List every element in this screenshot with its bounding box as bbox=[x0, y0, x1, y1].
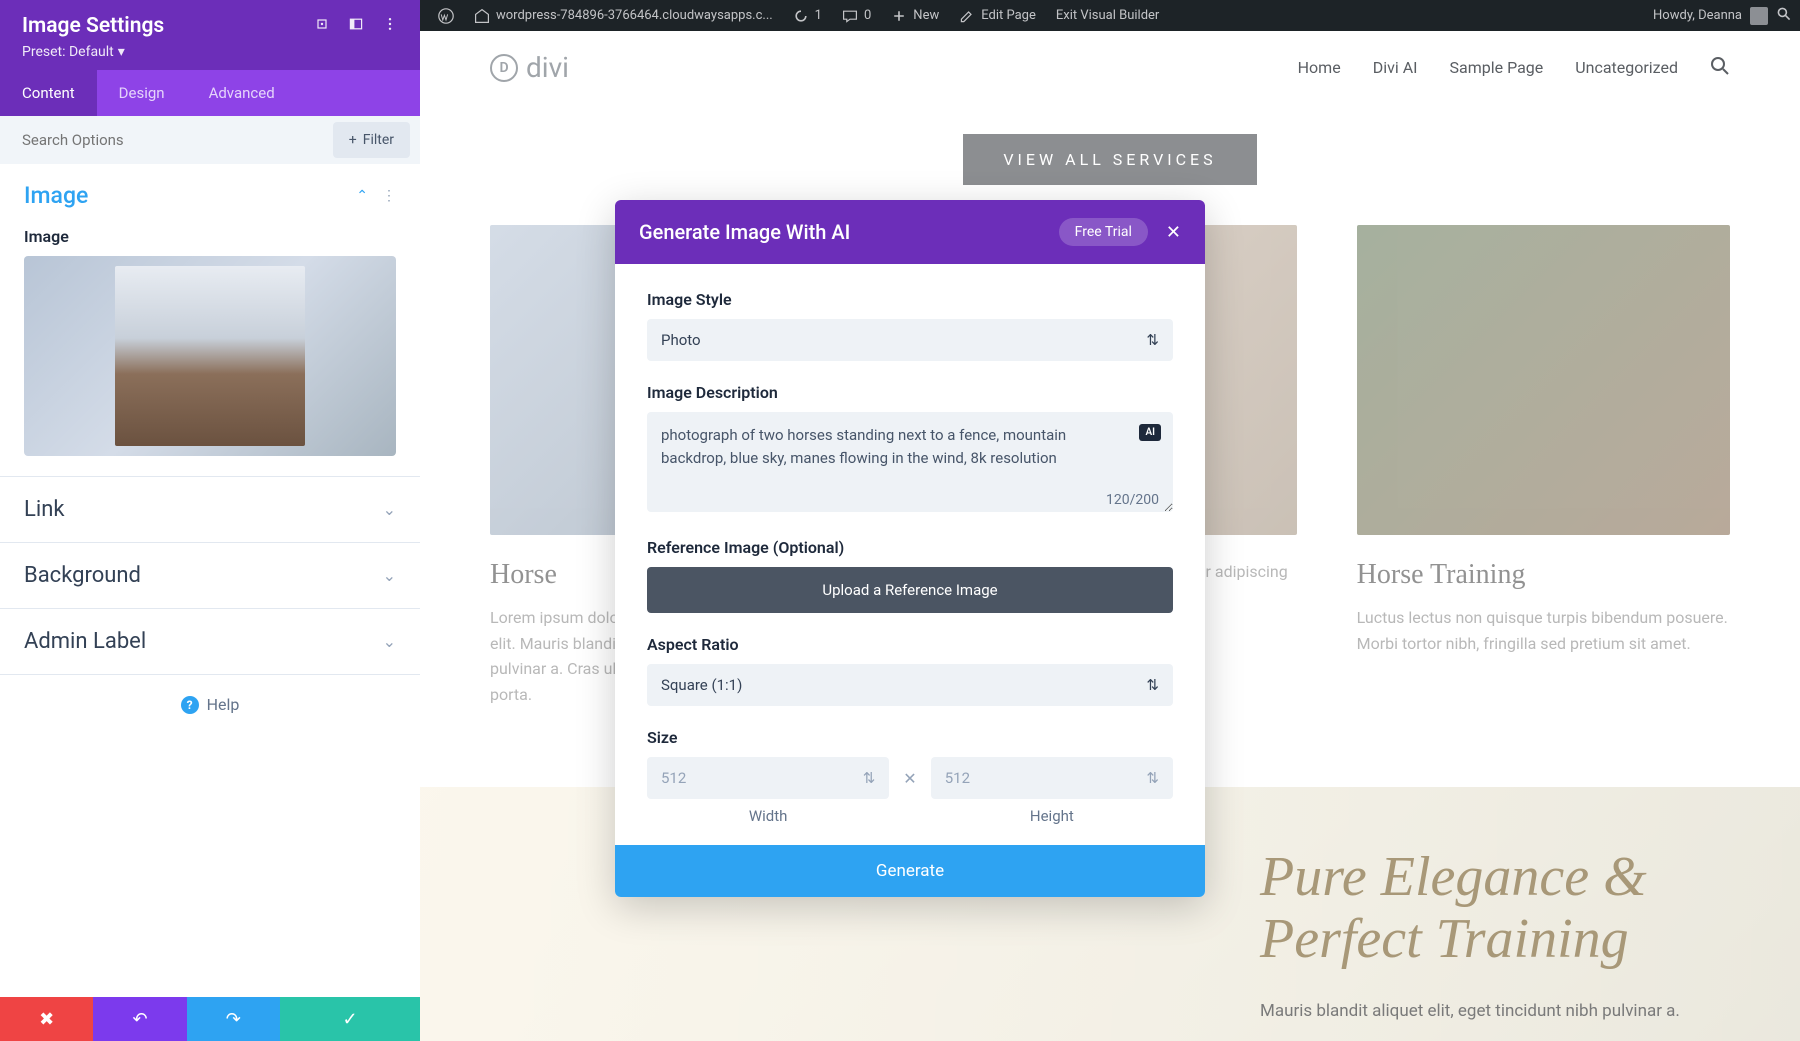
image-desc-textarea[interactable] bbox=[647, 412, 1173, 512]
char-count: 120/200 bbox=[1106, 492, 1159, 508]
image-preview[interactable] bbox=[24, 256, 396, 456]
wp-admin-bar: wordpress-784896-3766464.cloudwaysapps.c… bbox=[420, 0, 1800, 31]
card-image[interactable] bbox=[1357, 225, 1730, 535]
search-icon[interactable] bbox=[1776, 6, 1792, 26]
help-icon: ? bbox=[181, 696, 199, 714]
times-icon: ✕ bbox=[903, 757, 916, 788]
nav-uncategorized[interactable]: Uncategorized bbox=[1575, 58, 1678, 77]
nav-divi-ai[interactable]: Divi AI bbox=[1373, 58, 1418, 77]
view-services-button[interactable]: VIEW ALL SERVICES bbox=[963, 134, 1256, 185]
filter-button[interactable]: +Filter bbox=[333, 122, 410, 158]
card-title: Horse Training bbox=[1357, 559, 1730, 591]
sidebar-title: Image Settings bbox=[22, 14, 164, 38]
sidebar-footer: ✖ ↶ ↷ ✓ bbox=[0, 997, 420, 1041]
close-icon[interactable]: ✕ bbox=[1166, 222, 1181, 243]
more-icon[interactable]: ⋮ bbox=[382, 188, 396, 204]
comments[interactable]: 0 bbox=[832, 0, 881, 31]
site-logo[interactable]: D divi bbox=[490, 51, 569, 84]
undo-button[interactable]: ↶ bbox=[93, 997, 186, 1041]
chevron-down-icon: ▾ bbox=[118, 44, 125, 60]
image-style-select[interactable]: Photo ⇅ bbox=[647, 319, 1173, 361]
nav-sample-page[interactable]: Sample Page bbox=[1450, 58, 1544, 77]
height-input[interactable]: 512⇅ bbox=[931, 757, 1173, 799]
section-link[interactable]: Link ⌄ bbox=[0, 477, 420, 542]
primary-nav: Home Divi AI Sample Page Uncategorized bbox=[1298, 56, 1730, 80]
section-background[interactable]: Background ⌄ bbox=[0, 543, 420, 608]
chevron-down-icon: ⌄ bbox=[383, 632, 396, 651]
generate-button[interactable]: Generate bbox=[615, 845, 1205, 897]
save-button[interactable]: ✓ bbox=[280, 997, 420, 1041]
tab-content[interactable]: Content bbox=[0, 70, 97, 116]
card-3: Horse Training Luctus lectus non quisque… bbox=[1357, 225, 1730, 707]
ref-image-label: Reference Image (Optional) bbox=[647, 538, 1173, 557]
image-field-label: Image bbox=[24, 227, 396, 246]
free-trial-badge[interactable]: Free Trial bbox=[1059, 218, 1148, 246]
new-content[interactable]: New bbox=[881, 0, 949, 31]
site-header: D divi Home Divi AI Sample Page Uncatego… bbox=[420, 31, 1800, 104]
section-image[interactable]: Image ⌃ ⋮ bbox=[0, 164, 420, 227]
modal-title: Generate Image With AI bbox=[639, 220, 850, 244]
site-name[interactable]: wordpress-784896-3766464.cloudwaysapps.c… bbox=[464, 0, 783, 31]
expand-icon[interactable] bbox=[314, 16, 330, 36]
image-style-label: Image Style bbox=[647, 290, 1173, 309]
settings-sidebar: Image Settings Preset: Default ▾ Content… bbox=[0, 0, 420, 1041]
height-label: Height bbox=[931, 807, 1173, 825]
sidebar-tabs: Content Design Advanced bbox=[0, 70, 420, 116]
help-link[interactable]: ? Help bbox=[0, 675, 420, 734]
stepper-icon: ⇅ bbox=[863, 769, 876, 787]
exit-visual-builder[interactable]: Exit Visual Builder bbox=[1046, 0, 1169, 31]
wp-logo[interactable] bbox=[428, 0, 464, 31]
select-caret-icon: ⇅ bbox=[1146, 331, 1159, 349]
search-input[interactable] bbox=[0, 119, 323, 161]
nav-home[interactable]: Home bbox=[1298, 58, 1341, 77]
card-text: Luctus lectus non quisque turpis bibendu… bbox=[1357, 605, 1730, 656]
dock-icon[interactable] bbox=[348, 16, 364, 36]
updates[interactable]: 1 bbox=[783, 0, 832, 31]
aspect-ratio-label: Aspect Ratio bbox=[647, 635, 1173, 654]
section-admin-label[interactable]: Admin Label ⌄ bbox=[0, 609, 420, 674]
search-icon[interactable] bbox=[1710, 56, 1730, 80]
modal-header: Generate Image With AI Free Trial ✕ bbox=[615, 200, 1205, 264]
tab-advanced[interactable]: Advanced bbox=[187, 70, 297, 116]
edit-page[interactable]: Edit Page bbox=[949, 0, 1046, 31]
width-label: Width bbox=[647, 807, 889, 825]
avatar[interactable] bbox=[1750, 7, 1768, 25]
aspect-ratio-select[interactable]: Square (1:1) ⇅ bbox=[647, 664, 1173, 706]
chevron-down-icon: ⌄ bbox=[383, 500, 396, 519]
chevron-down-icon: ⌄ bbox=[383, 566, 396, 585]
howdy-user[interactable]: Howdy, Deanna bbox=[1653, 8, 1742, 23]
chevron-up-icon: ⌃ bbox=[356, 188, 368, 204]
redo-button[interactable]: ↷ bbox=[187, 997, 280, 1041]
cancel-button[interactable]: ✖ bbox=[0, 997, 93, 1041]
preset-selector[interactable]: Preset: Default ▾ bbox=[22, 44, 398, 60]
image-desc-label: Image Description bbox=[647, 383, 1173, 402]
hero-subtitle: Mauris blandit aliquet elit, eget tincid… bbox=[1260, 1001, 1680, 1021]
width-input[interactable]: 512⇅ bbox=[647, 757, 889, 799]
hero-title: Pure Elegance & Perfect Training bbox=[1260, 847, 1680, 970]
more-icon[interactable] bbox=[382, 16, 398, 36]
stepper-icon: ⇅ bbox=[1146, 769, 1159, 787]
upload-reference-button[interactable]: Upload a Reference Image bbox=[647, 567, 1173, 613]
size-label: Size bbox=[647, 728, 1173, 747]
select-caret-icon: ⇅ bbox=[1146, 676, 1159, 694]
sidebar-header: Image Settings Preset: Default ▾ bbox=[0, 0, 420, 70]
ai-badge[interactable]: AI bbox=[1139, 424, 1161, 441]
generate-image-modal: Generate Image With AI Free Trial ✕ Imag… bbox=[615, 200, 1205, 897]
tab-design[interactable]: Design bbox=[97, 70, 187, 116]
